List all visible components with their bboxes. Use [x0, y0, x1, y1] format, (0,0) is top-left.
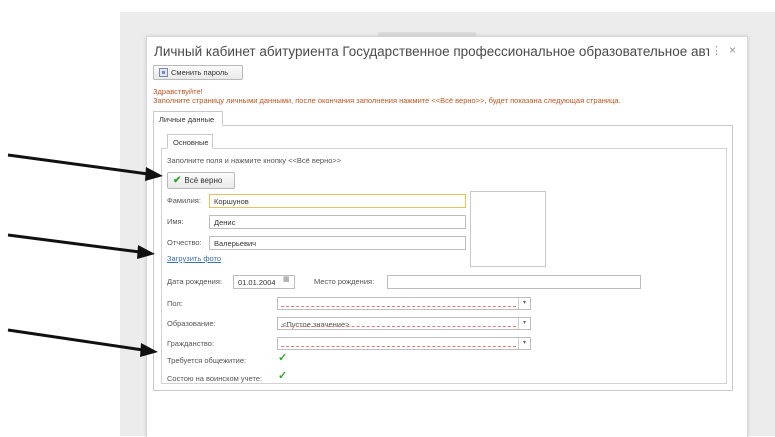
annotation-arrow: [7, 233, 155, 259]
annotation-arrows: [7, 153, 163, 357]
annotation-arrow: [7, 328, 158, 357]
annotation-arrow: [7, 153, 163, 181]
tab-main[interactable]: Основные: [167, 134, 213, 149]
tab-personal-data[interactable]: Личные данные: [153, 111, 223, 126]
